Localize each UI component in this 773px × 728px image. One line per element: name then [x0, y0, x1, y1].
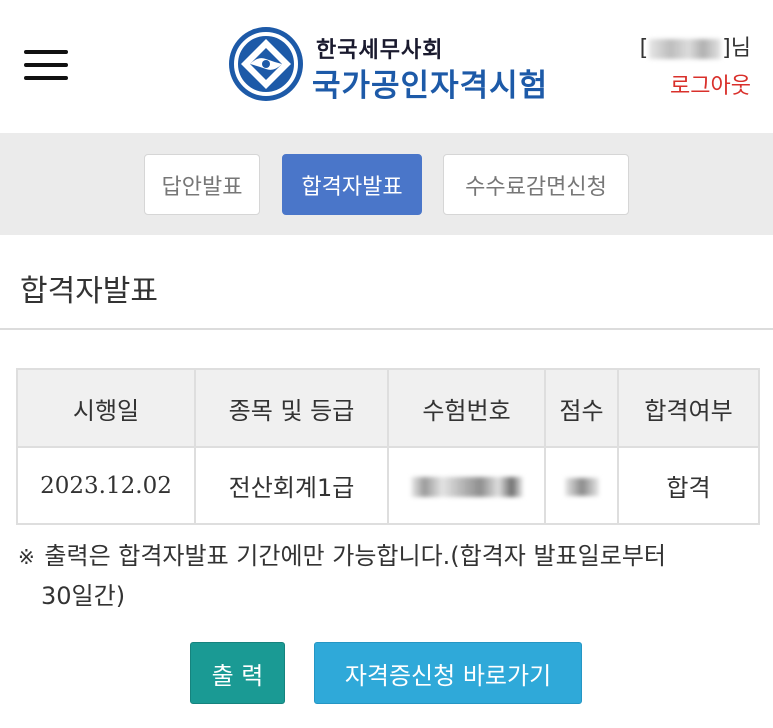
tab-bar: 답안발표 합격자발표 수수료감면신청: [0, 133, 773, 235]
redacted-username: [649, 39, 722, 59]
cell-pass-status: 합격: [617, 446, 760, 525]
tab-fee-reduction[interactable]: 수수료감면신청: [443, 154, 629, 215]
header-score: 점수: [544, 368, 619, 448]
tab-answer-announcement[interactable]: 답안발표: [144, 154, 260, 215]
logo[interactable]: 한국세무사회 국가공인자격시험: [228, 26, 558, 104]
note-line-1: 출력은 합격자발표 기간에만 가능합니다.(합격자 발표일로부터: [44, 542, 666, 570]
header: 한국세무사회 국가공인자격시험 []님 로그아웃: [0, 0, 773, 133]
user-box: []님 로그아웃: [640, 30, 751, 100]
header-subject-grade: 종목 및 등급: [194, 368, 389, 448]
print-button[interactable]: 출 력: [190, 642, 285, 704]
tab-pass-announcement[interactable]: 합격자발표: [282, 154, 422, 215]
cell-exam-date: 2023.12.02: [16, 446, 196, 525]
page-title: 합격자발표: [20, 274, 158, 309]
divider: [0, 328, 773, 330]
logo-emblem-icon: [229, 27, 303, 101]
table-header-row: 시행일 종목 및 등급 수험번호 점수 합격여부: [16, 368, 760, 448]
logo-title: 국가공인자격시험: [312, 68, 549, 104]
cell-score: [544, 446, 619, 525]
redacted-exam-number: [410, 476, 523, 497]
cell-exam-number: [387, 446, 546, 525]
header-exam-number: 수험번호: [387, 368, 546, 448]
result-table: 시행일 종목 및 등급 수험번호 점수 합격여부 2023.12.02 전산회계…: [16, 368, 760, 525]
note-mark: ※: [18, 545, 35, 569]
menu-icon[interactable]: [24, 50, 68, 82]
user-suffix: 님: [730, 36, 751, 61]
certificate-application-button[interactable]: 자격증신청 바로가기: [314, 642, 582, 704]
user-name: []님: [639, 36, 751, 61]
print-notice: ※ 출력은 합격자발표 기간에만 가능합니다.(합격자 발표일로부터 30일간): [18, 537, 758, 616]
note-line-2: 30일간): [41, 582, 126, 610]
table-row: 2023.12.02 전산회계1급 합격: [16, 446, 760, 525]
redacted-score: [564, 477, 599, 496]
logout-link[interactable]: 로그아웃: [640, 68, 751, 100]
header-pass-status: 합격여부: [617, 368, 760, 448]
header-exam-date: 시행일: [16, 368, 196, 448]
cell-subject-grade: 전산회계1급: [194, 446, 389, 525]
